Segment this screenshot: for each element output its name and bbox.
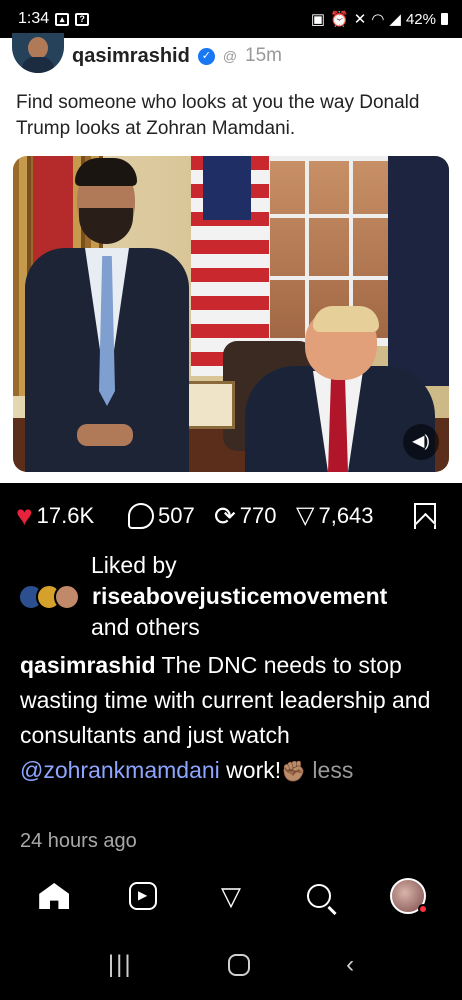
post-timestamp: 24 hours ago [20, 830, 137, 852]
post-card: qasimrashid ✓ @ 15m Find someone who loo… [0, 33, 462, 483]
share-button[interactable]: ▽ 7,643 [296, 503, 414, 529]
bookmark-icon[interactable] [414, 503, 436, 529]
author-username[interactable]: qasimrashid [72, 45, 190, 68]
search-icon[interactable] [307, 884, 332, 908]
nav-reels[interactable]: ▶ [121, 874, 165, 918]
repost-count: 770 [239, 503, 277, 528]
like-count: 17.6K [36, 503, 95, 528]
reels-icon[interactable]: ▶ [128, 882, 157, 910]
actions-row: ♥ 17.6K 507 ⟳ 770 ▽ 7,643 [16, 500, 446, 532]
recents-icon[interactable]: ||| [108, 951, 133, 979]
sound-toggle-icon[interactable]: ◀) [403, 424, 439, 460]
bottom-nav: ▶ ▽ [0, 868, 462, 924]
share-icon[interactable]: ▽ [296, 504, 314, 528]
gallery-icon: ▴ [55, 12, 70, 26]
caption-mention[interactable]: @zohrankmamdani [20, 757, 220, 783]
repost-button[interactable]: ⟳ 770 [214, 503, 296, 529]
like-button[interactable]: ♥ 17.6K [16, 502, 128, 530]
home-icon[interactable] [39, 883, 70, 909]
post-header: qasimrashid ✓ @ 15m [12, 33, 283, 74]
caption-username[interactable]: qasimrashid [20, 652, 156, 678]
battery-level: 42% [405, 10, 436, 28]
lock-icon: ▣ [310, 11, 326, 28]
wifi-icon: ◠ [371, 11, 385, 28]
liked-by-suffix[interactable]: and others [18, 612, 448, 643]
battery-icon [441, 13, 448, 25]
post-media[interactable]: ◀) [13, 156, 449, 472]
comment-icon[interactable] [128, 503, 154, 529]
system-nav: ||| ‹ [0, 930, 462, 1000]
system-home-icon[interactable] [228, 954, 251, 976]
mute-icon: ✕ [353, 11, 367, 28]
verified-badge-icon: ✓ [197, 47, 215, 65]
liked-by-row: riseabovejusticemovement [18, 581, 448, 612]
liker-avatar [54, 583, 80, 610]
caption: qasimrashid The DNC needs to stop wastin… [20, 648, 440, 790]
nav-home[interactable] [32, 874, 76, 918]
author-avatar[interactable] [12, 33, 64, 73]
raised-fist-emoji: ✊🏽 [281, 761, 307, 783]
caption-end: work! [226, 757, 282, 783]
liked-by: Liked by riseabovejusticemovement and ot… [18, 550, 448, 643]
liker-avatars[interactable] [18, 583, 88, 610]
status-time: 1:34 [18, 10, 50, 27]
comment-button[interactable]: 507 [128, 503, 214, 529]
send-icon[interactable]: ▽ [221, 881, 241, 912]
repost-icon[interactable]: ⟳ [214, 503, 236, 529]
notification-dot [417, 904, 428, 914]
save-button[interactable] [414, 503, 436, 529]
less-link[interactable]: less [312, 757, 353, 783]
liked-by-user[interactable]: riseabovejusticemovement [92, 581, 387, 612]
post-time: 15m [245, 45, 283, 66]
message-icon: ? [75, 12, 90, 26]
heart-icon[interactable]: ♥ [16, 502, 33, 530]
post-text: Find someone who looks at you the way Do… [16, 92, 420, 139]
comment-count: 507 [158, 503, 195, 528]
liked-by-prefix: Liked by [91, 552, 177, 578]
status-bar: 1:34 ▴ ? ▣ ⏰ ✕ ◠ ◢ 42% [0, 0, 462, 38]
status-right: ▣ ⏰ ✕ ◠ ◢ 42% [311, 10, 448, 28]
nav-profile[interactable] [386, 874, 430, 918]
profile-icon[interactable] [389, 878, 428, 914]
back-icon[interactable]: ‹ [346, 951, 354, 979]
signal-icon: ◢ [389, 11, 401, 28]
status-left: 1:34 ▴ ? [18, 10, 90, 28]
threads-icon: @ [222, 48, 238, 64]
nav-share[interactable]: ▽ [209, 874, 253, 918]
alarm-icon: ⏰ [330, 11, 349, 28]
share-count: 7,643 [318, 503, 374, 528]
nav-search[interactable] [297, 874, 341, 918]
